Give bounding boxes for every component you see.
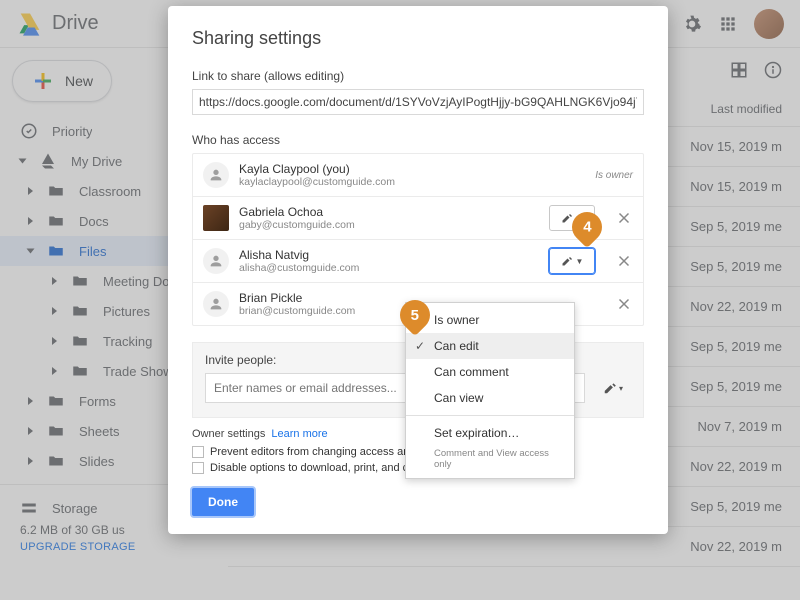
- person-avatar: [203, 205, 229, 231]
- share-link-input[interactable]: [192, 89, 644, 115]
- permission-dropdown[interactable]: ▼: [549, 248, 595, 274]
- menu-item-can-edit[interactable]: Can edit: [406, 333, 574, 359]
- menu-item-can-comment[interactable]: Can comment: [406, 359, 574, 385]
- checkbox-icon[interactable]: [192, 462, 204, 474]
- done-button[interactable]: Done: [192, 488, 254, 516]
- access-row-owner: Kayla Claypool (you)kaylaclaypool@custom…: [193, 154, 643, 197]
- remove-icon[interactable]: [615, 295, 633, 313]
- pencil-icon: [603, 381, 617, 395]
- menu-item-can-view[interactable]: Can view: [406, 385, 574, 411]
- access-row: Alisha Natvigalisha@customguide.com ▼: [193, 240, 643, 283]
- pencil-icon: [561, 255, 573, 267]
- person-icon: [203, 291, 229, 317]
- link-label: Link to share (allows editing): [192, 69, 644, 83]
- menu-divider: [406, 415, 574, 416]
- person-icon: [203, 162, 229, 188]
- remove-icon[interactable]: [615, 252, 633, 270]
- checkbox-icon[interactable]: [192, 446, 204, 458]
- learn-more-link[interactable]: Learn more: [271, 428, 327, 440]
- person-icon: [203, 248, 229, 274]
- menu-item-owner[interactable]: Is owner: [406, 307, 574, 333]
- pencil-icon: [561, 212, 573, 224]
- invite-permission-dropdown[interactable]: ▾: [595, 375, 631, 401]
- owner-tag: Is owner: [595, 170, 633, 181]
- who-has-access: Who has access: [192, 133, 644, 147]
- remove-icon[interactable]: [615, 209, 633, 227]
- dialog-title: Sharing settings: [192, 28, 644, 49]
- permission-menu: Is owner Can edit Can comment Can view S…: [405, 302, 575, 479]
- menu-note: Comment and View access only: [406, 446, 574, 474]
- menu-item-expiration[interactable]: Set expiration…: [406, 420, 574, 446]
